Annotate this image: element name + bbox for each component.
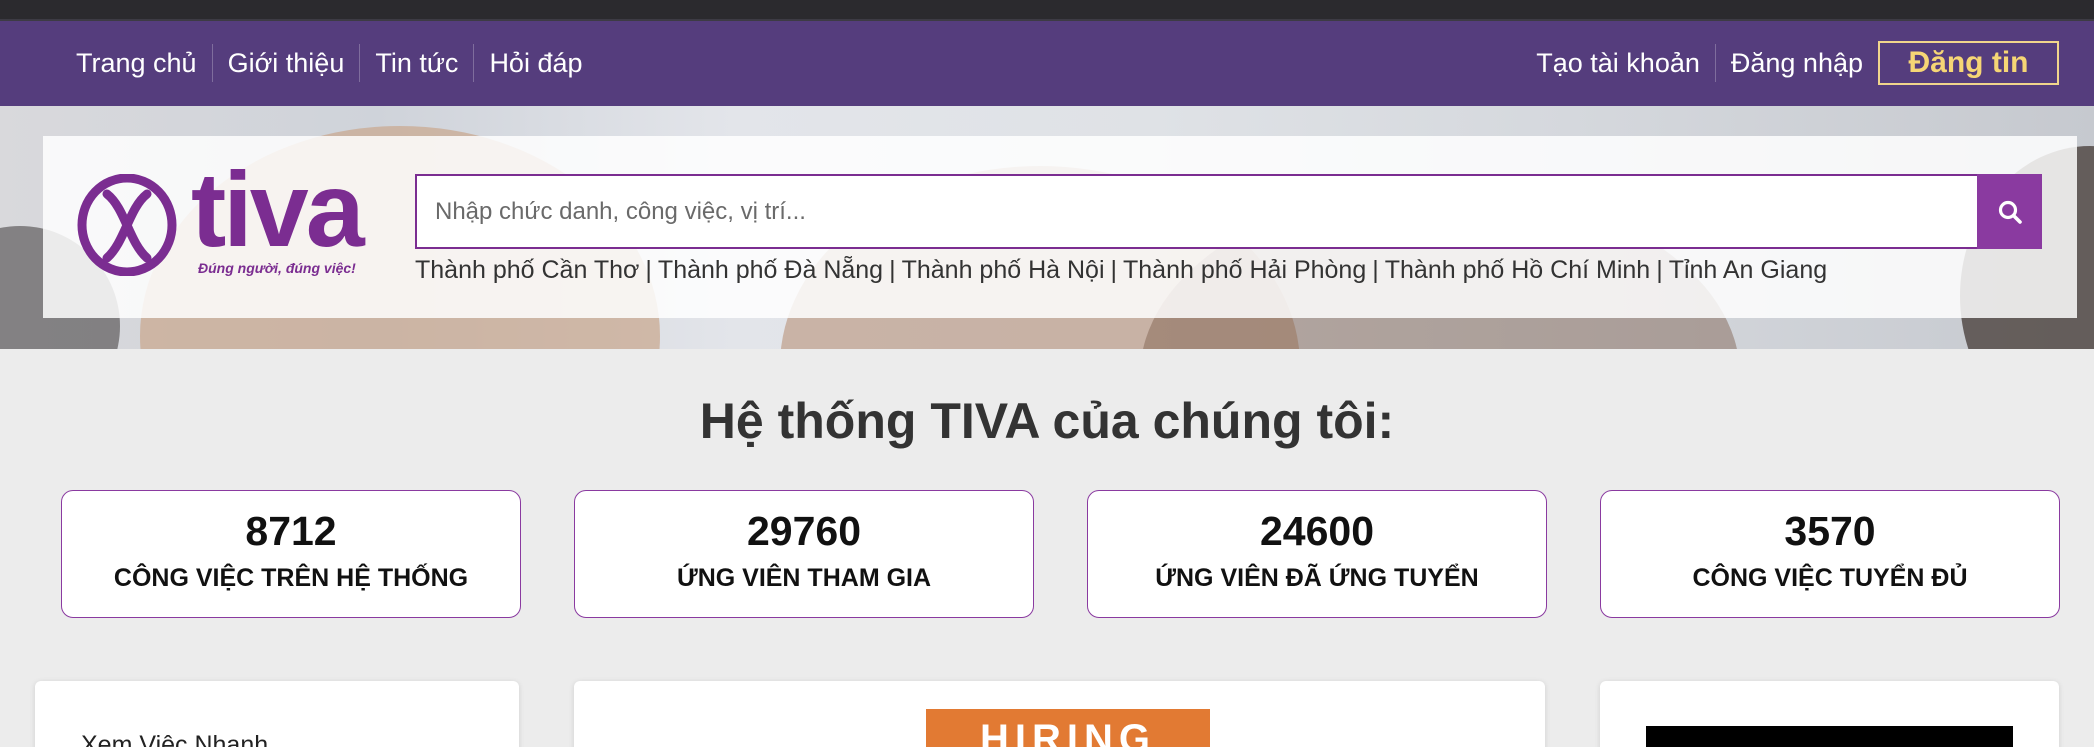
- stat-card-filled: 3570 CÔNG VIỆC TUYỂN ĐỦ: [1600, 490, 2060, 618]
- account-nav: Tạo tài khoản Đăng nhập Đăng tin: [1521, 41, 2059, 85]
- tiva-logo[interactable]: tiva Đúng người, đúng việc!: [77, 157, 367, 284]
- search-button[interactable]: [1977, 174, 2042, 249]
- city-link[interactable]: Thành phố Đà Nẵng: [658, 256, 883, 285]
- city-quick-links: Thành phố Cần Thơ | Thành phố Đà Nẵng | …: [415, 256, 1827, 285]
- city-link[interactable]: Thành phố Hà Nội: [902, 256, 1105, 285]
- stat-label: CÔNG VIỆC TUYỂN ĐỦ: [1692, 564, 1968, 592]
- stat-value: 24600: [1259, 508, 1374, 554]
- search-icon: [1998, 200, 2022, 224]
- stat-card-applied: 24600 ỨNG VIÊN ĐÃ ỨNG TUYỂN: [1087, 490, 1547, 618]
- create-account-link[interactable]: Tạo tài khoản: [1521, 44, 1715, 82]
- hiring-banner-card: HIRING: [574, 681, 1545, 747]
- job-search-input[interactable]: [415, 174, 1979, 249]
- city-separator: |: [1372, 256, 1379, 284]
- city-link[interactable]: Tỉnh An Giang: [1669, 256, 1827, 285]
- city-separator: |: [1110, 256, 1118, 284]
- nav-news[interactable]: Tin tức: [359, 44, 473, 82]
- quick-jobs-title[interactable]: Xem Việc Nhanh: [81, 731, 268, 747]
- section-title: Hệ thống TIVA của chúng tôi:: [699, 393, 1395, 449]
- stat-label: CÔNG VIỆC TRÊN HỆ THỐNG: [113, 564, 469, 592]
- login-link[interactable]: Đăng nhập: [1714, 44, 1878, 82]
- stat-value: 8712: [245, 508, 337, 554]
- stat-card-jobs: 8712 CÔNG VIỆC TRÊN HỆ THỐNG: [61, 490, 521, 618]
- stat-card-candidates: 29760 ỨNG VIÊN THAM GIA: [574, 490, 1034, 618]
- post-job-button[interactable]: Đăng tin: [1878, 41, 2059, 85]
- quick-jobs-card: Xem Việc Nhanh: [35, 681, 519, 747]
- browser-top-strip: [0, 0, 2094, 21]
- hiring-banner-image[interactable]: HIRING: [926, 709, 1210, 747]
- nav-home[interactable]: Trang chủ: [61, 44, 212, 82]
- city-separator: |: [645, 256, 652, 284]
- stat-label: ỨNG VIÊN THAM GIA: [676, 564, 932, 592]
- city-separator: |: [889, 256, 896, 284]
- city-link[interactable]: Thành phố Cần Thơ: [415, 256, 639, 285]
- tiva-logo-mark-icon: [77, 174, 177, 276]
- logo-wordmark: tiva: [191, 151, 365, 269]
- video-card: [1600, 681, 2059, 747]
- nav-faq[interactable]: Hỏi đáp: [473, 44, 597, 82]
- main-nav: Trang chủ Giới thiệu Tin tức Hỏi đáp: [61, 44, 598, 82]
- stat-label: ỨNG VIÊN ĐÃ ỨNG TUYỂN: [1155, 564, 1479, 592]
- city-link[interactable]: Thành phố Hồ Chí Minh: [1385, 256, 1650, 285]
- city-separator: |: [1656, 256, 1663, 284]
- top-navbar: Trang chủ Giới thiệu Tin tức Hỏi đáp Tạo…: [0, 21, 2094, 106]
- stat-value: 29760: [746, 508, 861, 554]
- video-thumbnail[interactable]: [1646, 726, 2013, 747]
- nav-about[interactable]: Giới thiệu: [211, 44, 360, 82]
- city-link[interactable]: Thành phố Hải Phòng: [1123, 256, 1366, 285]
- stat-value: 3570: [1784, 508, 1876, 554]
- logo-slogan: Đúng người, đúng việc!: [198, 260, 356, 276]
